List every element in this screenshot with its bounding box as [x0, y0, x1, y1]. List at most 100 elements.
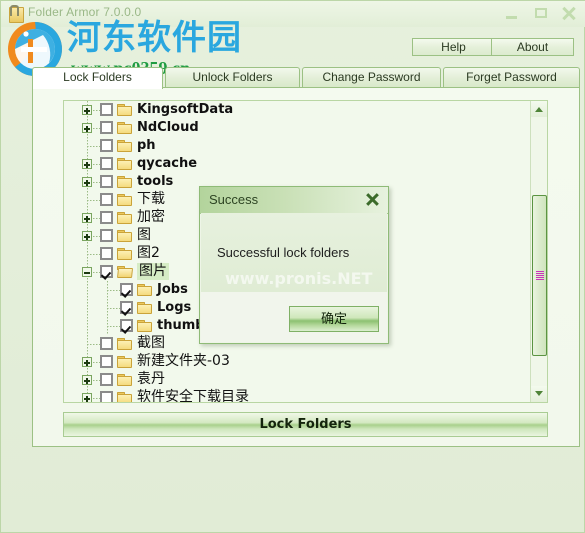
tree-row[interactable]: KingsoftData	[64, 101, 530, 119]
folder-icon	[117, 122, 132, 134]
folder-icon	[117, 248, 132, 260]
dialog-ok-button[interactable]: 确定	[289, 306, 379, 332]
about-button[interactable]: About	[491, 38, 574, 56]
folder-checkbox[interactable]	[100, 355, 113, 368]
folder-checkbox[interactable]	[120, 283, 133, 296]
tree-row[interactable]: 软件安全下载目录	[64, 389, 530, 402]
tree-guide-line	[107, 326, 120, 327]
folder-checkbox[interactable]	[100, 175, 113, 188]
folder-icon	[117, 374, 132, 386]
scroll-down-arrow-icon[interactable]	[531, 386, 547, 402]
folder-checkbox[interactable]	[100, 373, 113, 386]
expand-icon[interactable]	[82, 159, 92, 169]
folder-icon	[117, 212, 132, 224]
folder-icon	[137, 284, 152, 296]
folder-label: KingsoftData	[137, 102, 234, 117]
tree-guide-line	[87, 344, 100, 345]
tree-guide-line	[87, 146, 100, 147]
dialog-message: Successful lock folders	[217, 245, 350, 260]
scrollbar-grip-icon	[536, 270, 544, 281]
success-dialog: Success Successful lock folders www.pron…	[199, 186, 389, 344]
expand-icon[interactable]	[82, 123, 92, 133]
dialog-body: Successful lock folders www.pronis.NET	[201, 213, 387, 292]
application-window: Folder Armor 7.0.0.0 河东软件园 www.pc0359.cn…	[0, 0, 585, 533]
expand-icon[interactable]	[82, 213, 92, 223]
folder-checkbox[interactable]	[100, 247, 113, 260]
dialog-title: Success	[209, 192, 259, 207]
tree-vertical-scrollbar[interactable]	[530, 101, 547, 402]
folder-label: 新建文件夹-03	[137, 353, 230, 369]
folder-label: tools	[137, 174, 174, 189]
tree-row[interactable]: qycache	[64, 155, 530, 173]
tree-row[interactable]: 新建文件夹-03	[64, 353, 530, 371]
folder-label: 加密	[137, 209, 165, 225]
folder-checkbox[interactable]	[100, 265, 113, 278]
folder-checkbox[interactable]	[100, 229, 113, 242]
maximize-icon[interactable]	[530, 4, 552, 23]
folder-checkbox[interactable]	[100, 211, 113, 224]
dialog-watermark: www.pronis.NET	[225, 269, 373, 288]
close-icon[interactable]	[558, 4, 580, 23]
folder-icon	[117, 230, 132, 242]
expand-icon[interactable]	[82, 375, 92, 385]
tab-unlock-folders[interactable]: Unlock Folders	[165, 67, 300, 88]
folder-label: 软件安全下载目录	[137, 389, 249, 402]
folder-checkbox[interactable]	[100, 193, 113, 206]
expand-icon[interactable]	[82, 231, 92, 241]
folder-icon	[117, 338, 132, 350]
folder-icon	[137, 302, 152, 314]
tree-guide-line	[87, 317, 88, 335]
folder-label: Logs	[157, 300, 192, 315]
expand-icon[interactable]	[82, 393, 92, 402]
tree-guide-line	[107, 308, 120, 309]
folder-checkbox[interactable]	[100, 391, 113, 402]
expand-icon[interactable]	[82, 105, 92, 115]
minimize-icon[interactable]	[501, 4, 523, 23]
scrollbar-thumb[interactable]	[532, 195, 547, 356]
folder-label: NdCloud	[137, 120, 199, 135]
lock-folders-button[interactable]: Lock Folders	[63, 412, 548, 437]
collapse-icon[interactable]	[82, 267, 92, 277]
folder-checkbox[interactable]	[100, 121, 113, 134]
window-title: Folder Armor 7.0.0.0	[28, 5, 142, 19]
expand-icon[interactable]	[82, 177, 92, 187]
tree-row[interactable]: NdCloud	[64, 119, 530, 137]
folder-icon	[137, 320, 152, 332]
folder-icon	[117, 158, 132, 170]
scroll-up-arrow-icon[interactable]	[531, 101, 547, 117]
folder-checkbox[interactable]	[120, 319, 133, 332]
tab-change-password[interactable]: Change Password	[302, 67, 441, 88]
dialog-title-bar: Success	[200, 187, 388, 214]
folder-checkbox[interactable]	[100, 337, 113, 350]
folder-checkbox[interactable]	[120, 301, 133, 314]
folder-icon	[117, 176, 132, 188]
dialog-footer: 确定	[201, 292, 387, 342]
folder-label: 袁丹	[137, 371, 165, 387]
tree-row[interactable]: 袁丹	[64, 371, 530, 389]
window-controls	[499, 4, 580, 24]
expand-icon[interactable]	[82, 357, 92, 367]
folder-label: 截图	[137, 335, 165, 351]
folder-label: 下载	[137, 191, 165, 207]
folder-icon	[117, 104, 132, 116]
tree-row[interactable]: ph	[64, 137, 530, 155]
folder-label: 图	[137, 227, 151, 243]
folder-label: qycache	[137, 156, 198, 171]
tab-forget-password[interactable]: Forget Password	[443, 67, 580, 88]
folder-checkbox[interactable]	[100, 103, 113, 116]
folder-icon	[117, 356, 132, 368]
title-bar: Folder Armor 7.0.0.0	[1, 1, 585, 27]
tab-lock-folders[interactable]: Lock Folders	[32, 67, 163, 89]
folder-icon	[117, 392, 132, 402]
folder-checkbox[interactable]	[100, 139, 113, 152]
help-button[interactable]: Help	[412, 38, 495, 56]
folder-lock-icon	[9, 5, 24, 23]
folder-label: 图2	[137, 245, 160, 261]
folder-label: 图片	[137, 263, 169, 280]
tab-strip: Lock Folders Unlock Folders Change Passw…	[32, 67, 580, 89]
tree-guide-line	[87, 281, 88, 299]
folder-checkbox[interactable]	[100, 157, 113, 170]
tree-guide-line	[87, 200, 100, 201]
dialog-close-icon[interactable]	[363, 190, 382, 209]
folder-icon	[117, 194, 132, 206]
